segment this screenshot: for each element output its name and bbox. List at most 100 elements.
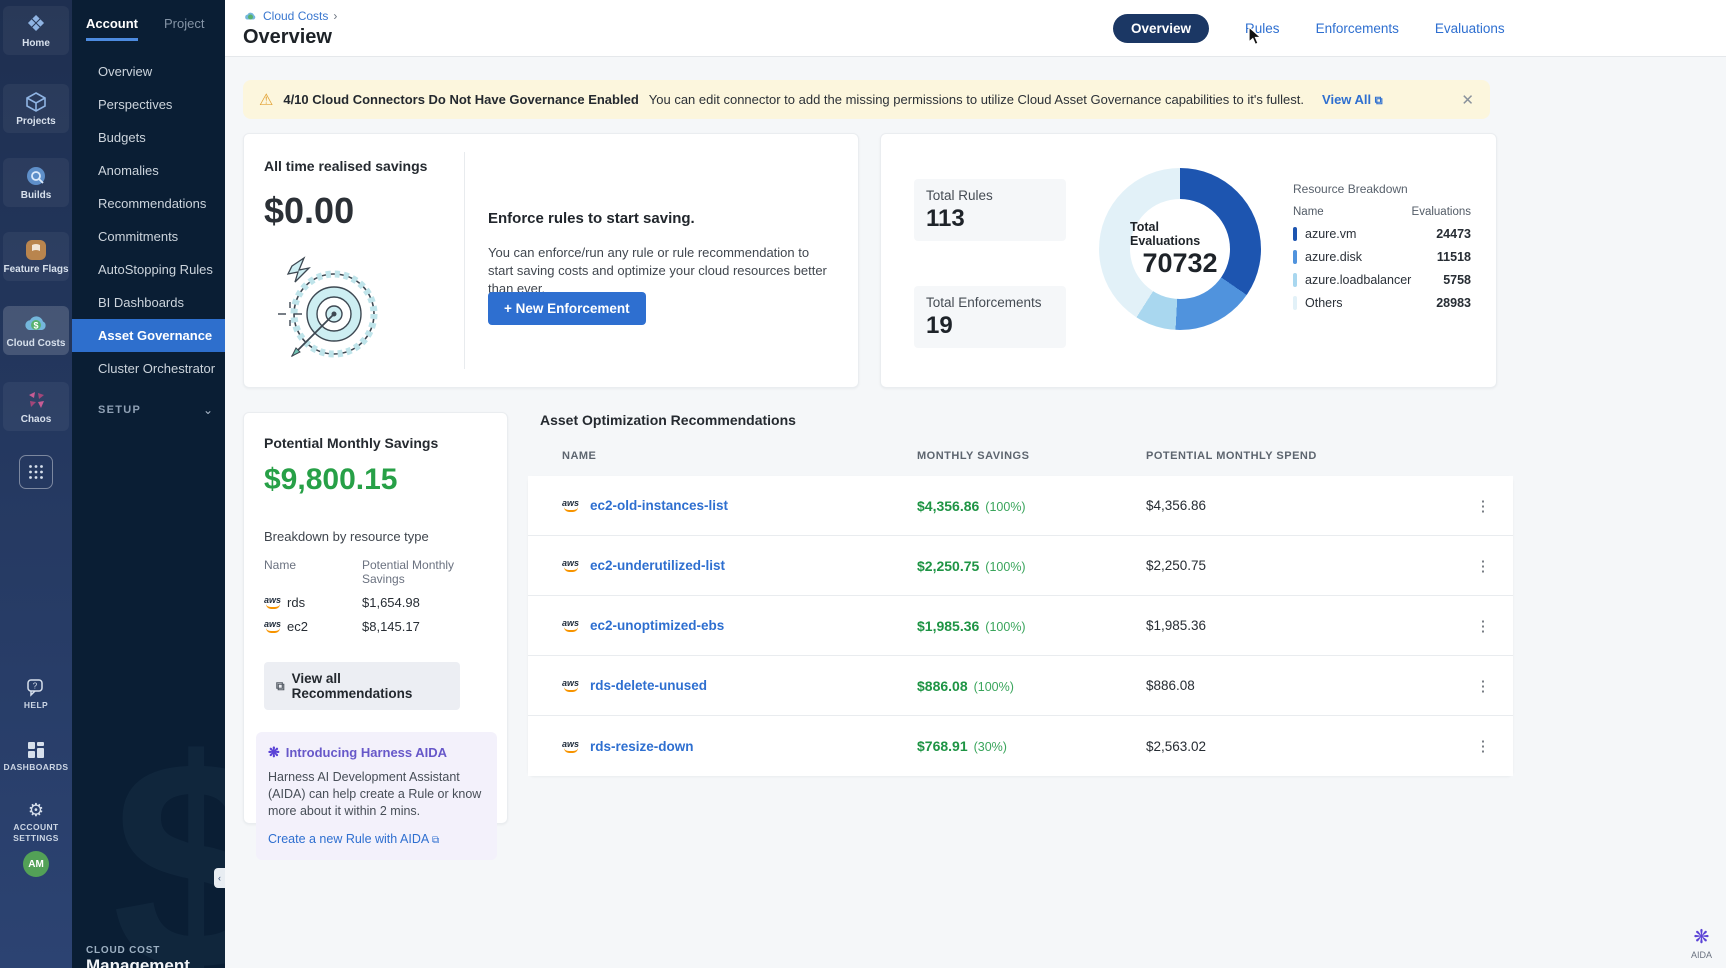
aws-icon: aws [562, 559, 579, 572]
recommendation-link[interactable]: rds-resize-down [590, 739, 694, 754]
governance-tabs: Overview Rules Enforcements Evaluations [1113, 0, 1505, 57]
module-grid-icon [19, 455, 53, 489]
warning-icon: ⚠ [259, 90, 273, 110]
legend-row: azure.vm 24473 [1293, 227, 1471, 241]
card-divider [464, 152, 465, 369]
row-menu-icon[interactable]: ⋮ [1453, 617, 1513, 635]
donut-center: Total Evaluations 70732 [1130, 199, 1230, 299]
scope-tabs: Account Project [72, 0, 225, 41]
close-icon[interactable]: ✕ [1461, 91, 1474, 109]
projects-cube-icon [25, 91, 47, 113]
tab-overview[interactable]: Overview [1113, 14, 1209, 43]
legend-row: azure.loadbalancer 5758 [1293, 273, 1471, 287]
aws-icon: aws [264, 596, 281, 609]
recommendation-link[interactable]: rds-delete-unused [590, 678, 707, 693]
row-menu-icon[interactable]: ⋮ [1453, 677, 1513, 695]
rail-item-home[interactable]: ❖ Home [3, 6, 69, 55]
builds-icon [25, 165, 47, 187]
table-row[interactable]: awsrds-resize-down $768.91(30%) $2,563.0… [528, 716, 1513, 776]
row-menu-icon[interactable]: ⋮ [1453, 497, 1513, 515]
module-picker[interactable] [3, 448, 69, 495]
col-potential-monthly-spend: POTENTIAL MONTHLY SPEND [1146, 450, 1513, 462]
potential-savings-title: Potential Monthly Savings [264, 435, 487, 451]
sidebar-item-asset-governance[interactable]: Asset Governance [72, 319, 225, 352]
aida-fab-button[interactable]: ❋ AIDA [1691, 926, 1712, 960]
aida-fab-label: AIDA [1691, 950, 1712, 960]
tab-account[interactable]: Account [86, 16, 138, 41]
governance-overview-card: Total Rules 113 Total Enforcements 19 To… [880, 133, 1497, 388]
banner-message: You can edit connector to add the missin… [649, 92, 1304, 107]
row-menu-icon[interactable]: ⋮ [1453, 737, 1513, 755]
legend-swatch [1293, 250, 1297, 264]
sidebar-item-anomalies[interactable]: Anomalies [72, 154, 225, 187]
governance-warning-banner: ⚠ 4/10 Cloud Connectors Do Not Have Gove… [243, 80, 1490, 119]
external-link-icon: ⧉ [276, 679, 285, 694]
recommendation-link[interactable]: ec2-underutilized-list [590, 558, 725, 573]
footer-line1: CLOUD COST [86, 945, 190, 956]
setup-section-toggle[interactable]: SETUP ⌄ [72, 403, 225, 417]
sidebar-item-commitments[interactable]: Commitments [72, 220, 225, 253]
view-all-link[interactable]: View All ⧉ [1322, 92, 1383, 108]
sidebar-item-autostopping-rules[interactable]: AutoStopping Rules [72, 253, 225, 286]
recommendation-link[interactable]: ec2-old-instances-list [590, 498, 728, 513]
recommendation-link[interactable]: ec2-unoptimized-ebs [590, 618, 724, 633]
table-row[interactable]: awsec2-old-instances-list $4,356.86(100%… [528, 476, 1513, 536]
breadcrumb-link[interactable]: Cloud Costs [263, 9, 328, 23]
rail-item-account-settings[interactable]: ⚙ ACCOUNT SETTINGS [3, 794, 69, 850]
rail-label: Home [22, 38, 50, 49]
aida-flower-icon: ❋ [1694, 926, 1710, 949]
resource-breakdown-title: Resource Breakdown [1293, 182, 1471, 196]
tab-enforcements[interactable]: Enforcements [1316, 21, 1399, 36]
table-row[interactable]: awsec2-underutilized-list $2,250.75(100%… [528, 536, 1513, 596]
create-rule-with-aida-link[interactable]: Create a new Rule with AIDA ⧉ [268, 832, 485, 846]
rail-label: Chaos [21, 414, 52, 425]
rail-item-chaos[interactable]: Chaos [3, 382, 69, 431]
tab-rules[interactable]: Rules [1245, 21, 1280, 36]
sidebar-footer: CLOUD COST Management [86, 945, 190, 968]
potential-savings-card: Potential Monthly Savings $9,800.15 Brea… [243, 412, 508, 824]
sidebar-collapse-handle[interactable]: ‹ [214, 868, 225, 888]
asset-optimization-section: Asset Optimization Recommendations NAME … [528, 412, 1513, 832]
feature-flags-icon [25, 239, 47, 261]
breakdown-name-header: Name [1293, 206, 1324, 218]
col-name: NAME [562, 450, 917, 462]
view-all-recommendations-button[interactable]: ⧉ View all Recommendations [264, 662, 460, 710]
aws-icon: aws [562, 740, 579, 753]
cloud-costs-icon: $ [23, 313, 49, 335]
rail-label: DASHBOARDS [4, 762, 69, 773]
main-area: Cloud Costs › Overview Overview Rules En… [225, 0, 1726, 968]
tab-project[interactable]: Project [164, 16, 204, 41]
sidebar-item-budgets[interactable]: Budgets [72, 121, 225, 154]
legend-swatch [1293, 296, 1297, 310]
rail-item-builds[interactable]: Builds [3, 158, 69, 207]
sidebar-item-overview[interactable]: Overview [72, 55, 225, 88]
legend-row: Others 28983 [1293, 296, 1471, 310]
total-rules-tile: Total Rules 113 [914, 179, 1066, 241]
user-avatar[interactable]: AM [3, 844, 69, 883]
cloud-costs-breadcrumb-icon [243, 11, 258, 22]
rail-label: Feature Flags [3, 264, 68, 275]
sidebar-item-recommendations[interactable]: Recommendations [72, 187, 225, 220]
total-rules-label: Total Rules [926, 188, 1054, 203]
table-row[interactable]: awsrds-delete-unused $886.08(100%) $886.… [528, 656, 1513, 716]
tab-evaluations[interactable]: Evaluations [1435, 21, 1505, 36]
rail-item-cloud-costs[interactable]: $ Cloud Costs [3, 306, 69, 355]
breadcrumb[interactable]: Cloud Costs › [243, 9, 337, 23]
sidebar-item-perspectives[interactable]: Perspectives [72, 88, 225, 121]
breadcrumb-separator: › [333, 9, 337, 23]
resource-breakdown: Resource Breakdown Name Evaluations azur… [1293, 182, 1471, 310]
sidebar-item-bi-dashboards[interactable]: BI Dashboards [72, 286, 225, 319]
realised-savings-amount: $0.00 [264, 190, 354, 232]
new-enforcement-button[interactable]: + New Enforcement [488, 292, 646, 325]
evaluations-donut-chart: Total Evaluations 70732 [1099, 168, 1261, 330]
total-enforcements-value: 19 [926, 312, 1054, 340]
sidebar-item-cluster-orchestrator[interactable]: Cluster Orchestrator [72, 352, 225, 385]
row-menu-icon[interactable]: ⋮ [1453, 557, 1513, 575]
rail-item-feature-flags[interactable]: Feature Flags [3, 232, 69, 281]
table-row[interactable]: awsec2-unoptimized-ebs $1,985.36(100%) $… [528, 596, 1513, 656]
rail-item-projects[interactable]: Projects [3, 84, 69, 133]
chevron-down-icon: ⌄ [203, 403, 213, 417]
rail-item-help[interactable]: ? HELP [3, 672, 69, 717]
banner-title: 4/10 Cloud Connectors Do Not Have Govern… [283, 92, 638, 107]
rail-item-dashboards[interactable]: DASHBOARDS [3, 734, 69, 779]
